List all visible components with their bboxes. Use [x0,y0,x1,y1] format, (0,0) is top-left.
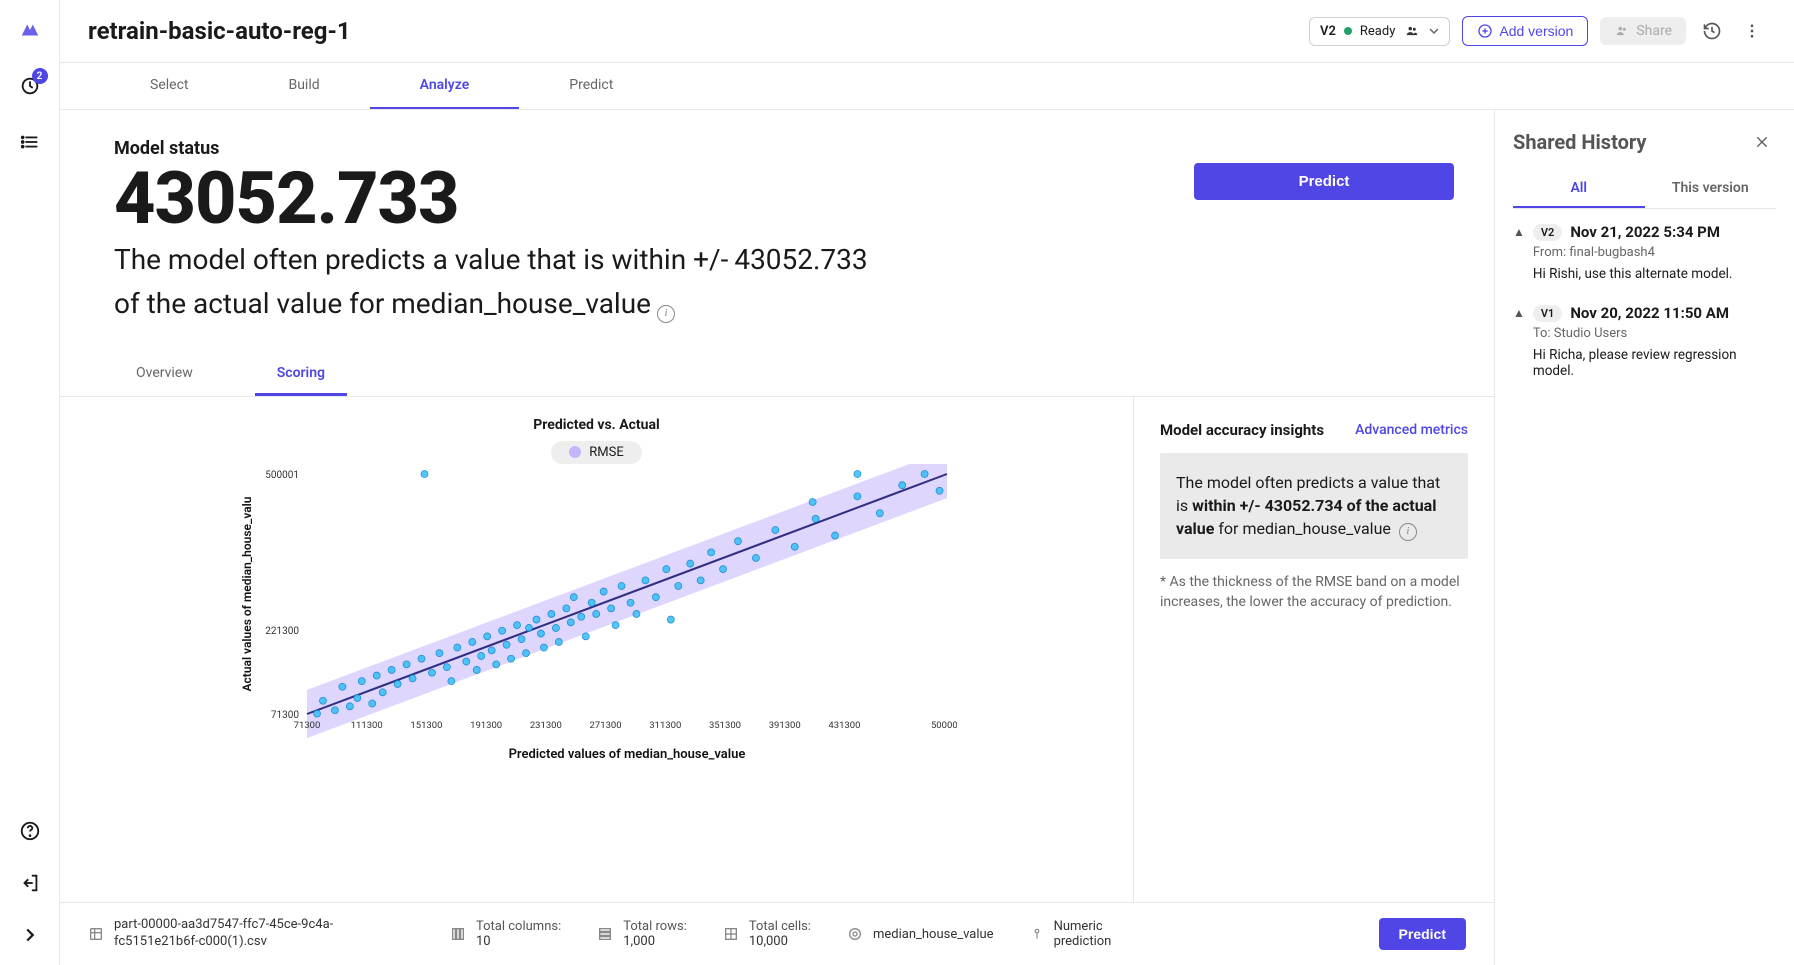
main-tabs: Select Build Analyze Predict [60,63,1794,110]
footer-predict-button[interactable]: Predict [1379,918,1466,950]
svg-text:151300: 151300 [410,720,442,731]
prediction-type-icon [1030,926,1044,942]
file-icon [88,926,104,942]
history-tabs: All This version [1513,170,1776,209]
history-tab-all[interactable]: All [1513,170,1645,208]
chart-panel: Predicted vs. Actual RMSE 71300 221300 500… [60,397,1134,903]
people-icon [1614,24,1630,38]
file-name: part-00000-aa3d7547-ffc7-45ce-9c4a-fc515… [114,917,414,951]
model-status-description: The model often predicts a value that is… [114,241,1154,323]
history-message: Hi Richa, please review regression model… [1533,347,1776,379]
svg-text:191300: 191300 [470,720,502,731]
info-icon[interactable]: i [1399,523,1417,541]
insight-footnote: * As the thickness of the RMSE band on a… [1160,573,1468,612]
history-panel: Shared History All This version ▲ V2 Nov… [1494,110,1794,965]
help-icon[interactable] [18,819,42,843]
cells-icon [723,926,739,942]
kebab-menu-icon[interactable] [1738,17,1766,45]
activity-badge: 2 [32,68,48,84]
svg-text:391300: 391300 [768,720,800,731]
legend-color-icon [569,446,581,458]
history-version-pill: V1 [1533,305,1562,322]
tab-build[interactable]: Build [238,63,369,109]
history-item[interactable]: ▲ V2 Nov 21, 2022 5:34 PM From: final-bu… [1513,223,1776,282]
history-item[interactable]: ▲ V1 Nov 20, 2022 11:50 AM To: Studio Us… [1513,304,1776,379]
svg-text:500001: 500001 [930,720,956,731]
history-tab-this-version[interactable]: This version [1645,170,1777,208]
svg-text:231300: 231300 [529,720,561,731]
svg-text:71300: 71300 [293,720,320,731]
svg-text:111300: 111300 [350,720,382,731]
close-history-icon[interactable] [1748,128,1776,156]
logo-icon[interactable] [18,18,42,42]
status-text: Ready [1360,24,1395,39]
version-chip[interactable]: V2 Ready [1309,17,1450,46]
target-column: median_house_value [873,927,994,942]
columns-icon [450,926,466,942]
target-icon [847,926,863,942]
page-header: retrain-basic-auto-reg-1 V2 Ready Add ve… [60,0,1794,63]
plus-circle-icon [1477,23,1493,39]
chevron-up-icon[interactable]: ▲ [1513,223,1525,282]
svg-text:311300: 311300 [649,720,681,731]
history-title: Shared History [1513,130,1646,154]
info-icon[interactable]: i [657,305,675,323]
scatter-chart: 7130022130050000171300111300151300191300… [237,464,957,764]
tab-select[interactable]: Select [100,63,238,109]
svg-text:431300: 431300 [828,720,860,731]
status-dot-icon [1344,27,1352,35]
model-status-value: 43052.733 [114,163,1154,235]
insights-panel: Model accuracy insights Advanced metrics… [1134,397,1494,903]
history-date: Nov 20, 2022 11:50 AM [1570,304,1729,322]
chevron-down-icon [1429,26,1439,36]
logout-icon[interactable] [18,871,42,895]
tab-analyze[interactable]: Analyze [370,63,520,109]
svg-text:271300: 271300 [589,720,621,731]
share-button: Share [1600,17,1686,45]
history-meta: To: Studio Users [1533,326,1776,341]
svg-text:Actual values of median_house_: Actual values of median_house_valu [240,496,254,691]
insight-card: The model often predicts a value that is… [1160,453,1468,559]
list-icon[interactable] [18,130,42,154]
subtab-scoring[interactable]: Scoring [255,355,347,396]
history-meta: From: final-bugbash4 [1533,245,1776,260]
history-toggle-icon[interactable] [1698,17,1726,45]
analyze-subtabs: Overview Scoring [60,355,1494,397]
expand-icon[interactable] [18,923,42,947]
dataset-footer: part-00000-aa3d7547-ffc7-45ce-9c4a-fc515… [60,903,1494,965]
history-date: Nov 21, 2022 5:34 PM [1570,223,1720,241]
subtab-overview[interactable]: Overview [114,355,215,396]
chevron-up-icon[interactable]: ▲ [1513,304,1525,379]
version-label: V2 [1320,24,1336,39]
history-version-pill: V2 [1533,224,1562,241]
svg-text:500001: 500001 [265,470,299,481]
rows-icon [597,926,613,942]
svg-text:221300: 221300 [265,626,299,637]
svg-text:351300: 351300 [708,720,740,731]
chart-legend[interactable]: RMSE [551,441,641,464]
advanced-metrics-link[interactable]: Advanced metrics [1355,422,1468,438]
activity-icon[interactable]: 2 [18,74,42,98]
left-nav-rail: 2 [0,0,60,965]
insights-title: Model accuracy insights [1160,421,1324,439]
svg-text:Predicted values of median_hou: Predicted values of median_house_value [508,747,745,762]
history-message: Hi Rishi, use this alternate model. [1533,266,1776,282]
predict-button[interactable]: Predict [1194,163,1454,200]
tab-predict[interactable]: Predict [519,63,663,109]
people-icon [1403,24,1421,38]
add-version-button[interactable]: Add version [1462,16,1588,46]
page-title: retrain-basic-auto-reg-1 [88,17,1297,45]
chart-title: Predicted vs. Actual [533,417,659,433]
